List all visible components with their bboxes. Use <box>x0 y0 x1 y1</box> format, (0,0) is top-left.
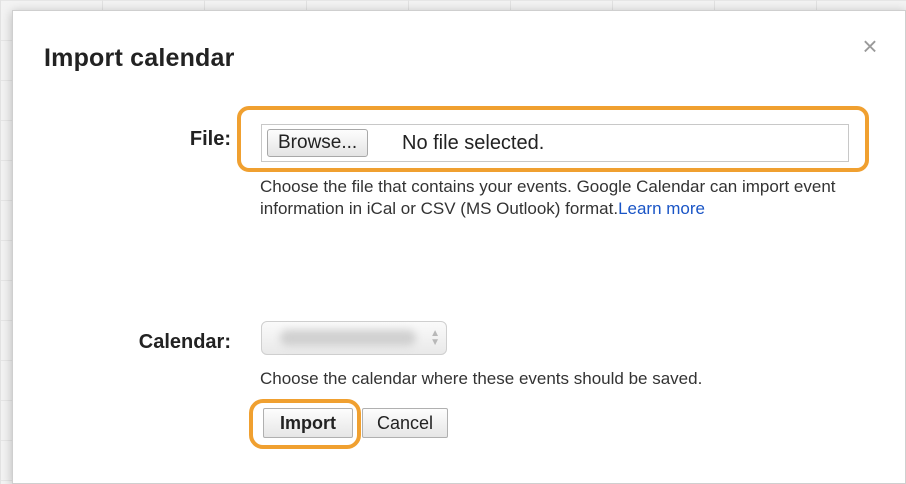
calendar-label: Calendar: <box>138 331 231 353</box>
import-calendar-dialog: Import calendar × File: Browse... No fil… <box>12 10 906 484</box>
close-icon[interactable]: × <box>857 33 883 59</box>
browse-button[interactable]: Browse... <box>267 129 369 157</box>
calendar-select[interactable]: ▲ ▼ <box>261 321 447 355</box>
import-button[interactable]: Import <box>263 408 353 438</box>
file-input[interactable]: Browse... No file selected. <box>261 124 849 162</box>
calendar-help-text: Choose the calendar where these events s… <box>260 369 703 388</box>
file-help-description: Choose the file that contains your event… <box>260 177 836 218</box>
file-help-text: Choose the file that contains your event… <box>260 176 850 220</box>
dialog-title: Import calendar <box>44 44 235 72</box>
learn-more-link[interactable]: Learn more <box>618 199 705 218</box>
file-label: File: <box>189 128 231 150</box>
select-arrows-icon: ▲ ▼ <box>430 328 440 348</box>
calendar-select-value-blurred <box>280 330 416 346</box>
file-status: No file selected. <box>402 132 545 154</box>
cancel-button[interactable]: Cancel <box>362 408 448 438</box>
